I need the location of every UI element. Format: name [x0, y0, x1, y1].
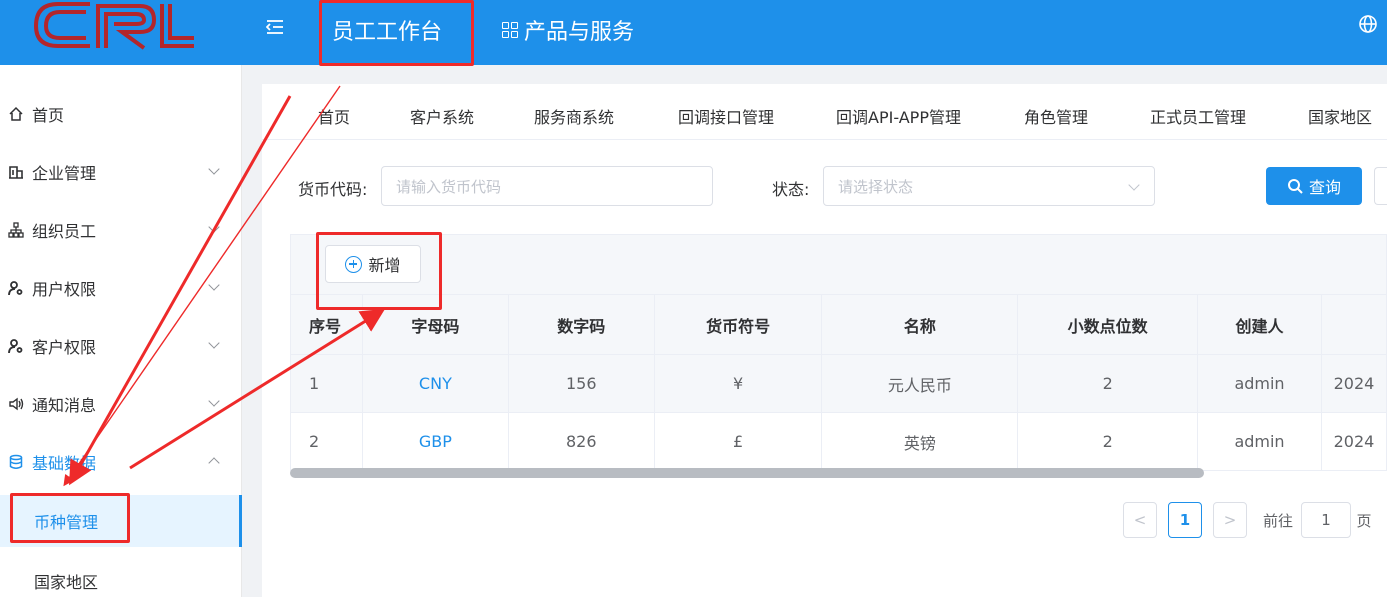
status-select[interactable]: 请选择状态	[823, 166, 1155, 206]
sidebar-item-organization[interactable]: 组织员工	[0, 201, 242, 259]
table-toolbar: 新增	[290, 234, 1387, 296]
chevron-down-icon	[208, 221, 220, 233]
goto-page-input[interactable]: 1	[1300, 502, 1352, 538]
table-cell: 2024	[1320, 354, 1387, 413]
sidebar-item-user-permissions[interactable]: 用户权限	[0, 259, 242, 317]
goto-page-value: 1	[1301, 502, 1351, 538]
annotation-box-currency	[10, 493, 130, 543]
database-icon	[6, 452, 26, 472]
column-header: 数字码	[507, 294, 655, 355]
speaker-icon	[6, 394, 26, 414]
status-placeholder: 请选择状态	[838, 177, 914, 196]
annotation-box-add	[316, 232, 442, 310]
top-bar: 员工工作台 产品与服务	[0, 0, 1387, 65]
search-icon	[1287, 179, 1303, 194]
sidebar-item-label: 组织员工	[32, 222, 97, 241]
column-header	[1320, 294, 1387, 355]
column-header: 货币符号	[653, 294, 823, 355]
tab-callback-api-app[interactable]: 回调API-APP管理	[836, 104, 961, 128]
sidebar-item-customer-permissions[interactable]: 客户权限	[0, 317, 242, 375]
table-cell: 英镑	[821, 412, 1019, 471]
table-cell: 826	[507, 412, 655, 471]
column-header: 名称	[821, 294, 1019, 355]
table-cell: 2	[1017, 412, 1199, 471]
tab-country-region[interactable]: 国家地区	[1308, 104, 1372, 128]
column-header: 小数点位数	[1017, 294, 1199, 355]
main-content: 首页 客户系统 服务商系统 回调接口管理 回调API-APP管理 角色管理 正式…	[262, 84, 1387, 597]
sidebar-item-home[interactable]: 首页	[0, 85, 242, 143]
grid-icon	[502, 22, 518, 38]
table-row[interactable]: 2 GBP 826 £ 英镑 2 admin 2024	[290, 412, 1387, 471]
table-row[interactable]: 1 CNY 156 ¥ 元人民币 2 admin 2024	[290, 354, 1387, 413]
tab-home[interactable]: 首页	[318, 104, 350, 128]
currency-code-link[interactable]: GBP	[361, 412, 509, 471]
building-icon	[6, 162, 26, 182]
query-label: 查询	[1308, 178, 1341, 197]
chevron-down-icon	[208, 395, 220, 407]
page: 员工工作台 产品与服务 首页 企业管理 组织员工 用户权限 客户权限 通知消息 …	[0, 0, 1387, 597]
horizontal-scrollbar[interactable]	[290, 468, 1204, 478]
sidebar-item-basic-data[interactable]: 基础数据	[0, 433, 242, 491]
prev-page-button[interactable]: <	[1122, 502, 1158, 538]
currency-table: 序号 字母码 数字码 货币符号 名称 小数点位数 创建人 1 CNY 156 ¥…	[290, 294, 1387, 471]
chevron-down-icon	[208, 163, 220, 175]
next-page-button[interactable]: >	[1212, 502, 1248, 538]
sidebar-item-label: 基础数据	[32, 454, 97, 473]
table-header-row: 序号 字母码 数字码 货币符号 名称 小数点位数 创建人	[290, 294, 1387, 355]
sidebar-item-label: 通知消息	[32, 396, 97, 415]
currency-code-placeholder: 请输入货币代码	[396, 177, 502, 196]
page-suffix-label: 页	[1356, 511, 1372, 530]
sidebar-subitem-country-region[interactable]: 国家地区	[0, 555, 242, 597]
currency-code-link[interactable]: CNY	[361, 354, 509, 413]
org-chart-icon	[6, 220, 26, 240]
sidebar-item-notifications[interactable]: 通知消息	[0, 375, 242, 433]
sidebar-item-label: 用户权限	[32, 280, 97, 299]
annotation-box-workbench	[319, 0, 474, 66]
goto-label: 前往	[1262, 511, 1293, 530]
table-cell: 1	[290, 354, 363, 413]
tab-formal-employees[interactable]: 正式员工管理	[1150, 104, 1246, 128]
next-page-icon: >	[1213, 502, 1247, 538]
tab-bar: 首页 客户系统 服务商系统 回调接口管理 回调API-APP管理 角色管理 正式…	[262, 84, 1387, 140]
table-cell: admin	[1197, 354, 1322, 413]
table-cell: 2	[1017, 354, 1199, 413]
prev-page-icon: <	[1123, 502, 1157, 538]
user-key-icon	[6, 336, 26, 356]
chevron-down-icon	[1128, 179, 1140, 191]
sidebar-item-enterprise[interactable]: 企业管理	[0, 143, 242, 201]
products-services-link[interactable]: 产品与服务	[502, 14, 634, 46]
tab-callback-interface[interactable]: 回调接口管理	[678, 104, 774, 128]
menu-toggle-icon[interactable]	[265, 16, 284, 40]
currency-code-label: 货币代码:	[298, 180, 368, 199]
table-cell: ¥	[653, 354, 823, 413]
sidebar-item-label: 企业管理	[32, 164, 97, 183]
table-cell: 2024	[1320, 412, 1387, 471]
chevron-down-icon	[208, 337, 220, 349]
tab-provider-system[interactable]: 服务商系统	[534, 104, 614, 128]
query-button[interactable]: 查询	[1266, 167, 1362, 205]
chevron-up-icon	[208, 457, 220, 469]
table-cell: 2	[290, 412, 363, 471]
globe-icon[interactable]	[1358, 14, 1378, 34]
chevron-down-icon	[208, 279, 220, 291]
current-page-number: 1	[1168, 502, 1202, 538]
table-cell: £	[653, 412, 823, 471]
products-services-label: 产品与服务	[524, 20, 635, 45]
currency-code-input[interactable]: 请输入货币代码	[381, 166, 713, 206]
tab-roles[interactable]: 角色管理	[1024, 104, 1088, 128]
current-page-button[interactable]: 1	[1167, 502, 1203, 538]
table-cell: admin	[1197, 412, 1322, 471]
table-cell: 元人民币	[821, 354, 1019, 413]
table-cell: 156	[507, 354, 655, 413]
column-header: 创建人	[1197, 294, 1322, 355]
crl-logo	[33, 2, 194, 50]
status-label: 状态:	[772, 180, 810, 199]
user-key-icon	[6, 278, 26, 298]
sidebar-item-label: 客户权限	[32, 338, 97, 357]
home-icon	[6, 104, 26, 124]
sidebar-item-label: 首页	[32, 106, 65, 125]
reset-button[interactable]	[1374, 167, 1387, 205]
tab-customer-system[interactable]: 客户系统	[410, 104, 474, 128]
